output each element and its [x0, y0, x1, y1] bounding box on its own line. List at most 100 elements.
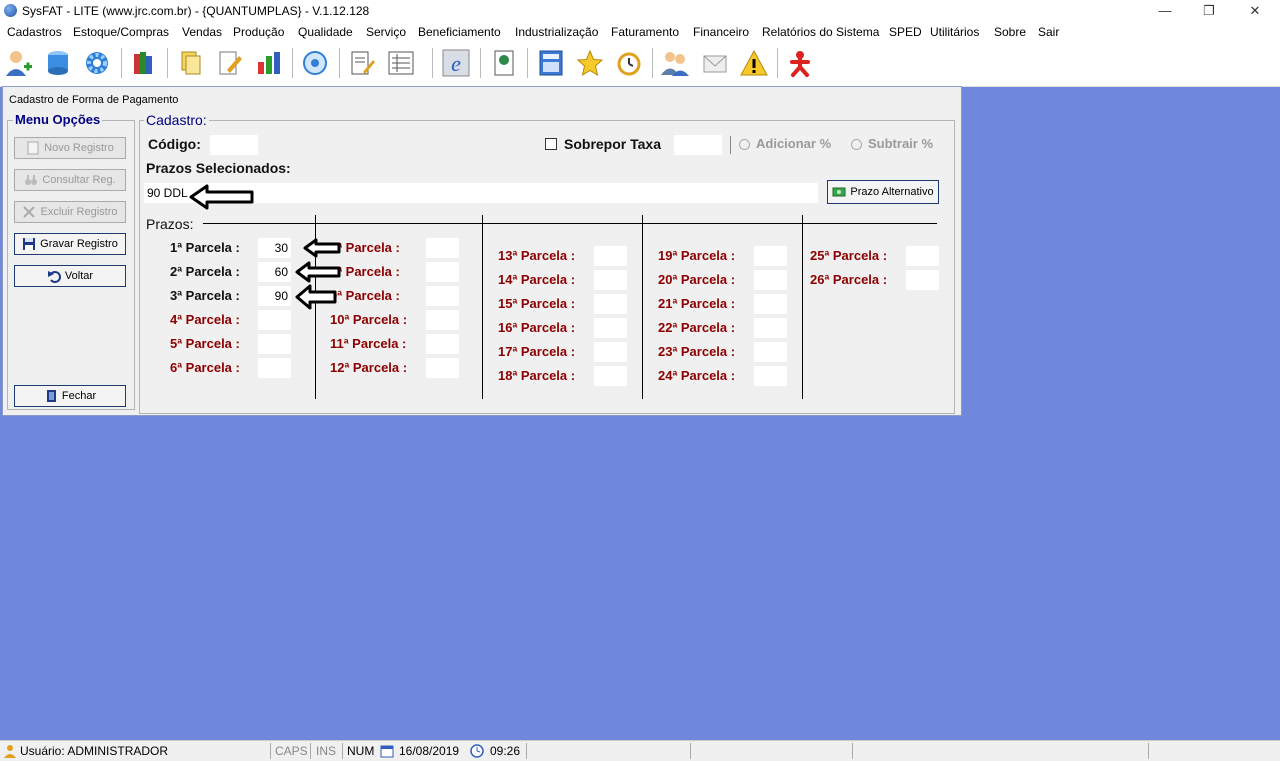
parcela-19-label: 19ª Parcela : — [658, 248, 736, 263]
close-button[interactable]: ✕ — [1232, 0, 1278, 22]
status-separator — [270, 743, 271, 759]
parcela-9-input[interactable] — [426, 286, 459, 306]
parcela-11-input[interactable] — [426, 334, 459, 354]
exit-person-icon[interactable] — [785, 48, 815, 78]
mail-icon[interactable] — [700, 48, 730, 78]
parcela-16-input[interactable] — [594, 318, 627, 338]
parcela-8-input[interactable] — [426, 262, 459, 282]
consultar-registro-button[interactable]: Consultar Reg. — [14, 169, 126, 191]
toolbar-separator — [121, 48, 122, 78]
parcela-7-input[interactable] — [426, 238, 459, 258]
calculator-icon[interactable] — [536, 48, 566, 78]
parcela-21-input[interactable] — [754, 294, 787, 314]
menu-relatorios[interactable]: Relatórios do Sistema — [762, 25, 879, 39]
menu-cadastros[interactable]: Cadastros — [7, 25, 62, 39]
parcela-12-input[interactable] — [426, 358, 459, 378]
menu-sped[interactable]: SPED — [889, 25, 922, 39]
parcela-6-input[interactable] — [258, 358, 291, 378]
books-icon[interactable] — [129, 48, 159, 78]
parcela-24-input[interactable] — [754, 366, 787, 386]
internet-explorer-icon[interactable]: e — [441, 48, 471, 78]
status-separator — [526, 743, 527, 759]
parcela-1-input[interactable]: 30 — [258, 238, 291, 258]
document-view-icon[interactable] — [489, 48, 519, 78]
menu-utilitarios[interactable]: Utilitários — [930, 25, 979, 39]
menu-sobre[interactable]: Sobre — [994, 25, 1026, 39]
menu-estoque-compras[interactable]: Estoque/Compras — [73, 25, 169, 39]
prazo-alternativo-button[interactable]: Prazo Alternativo — [827, 180, 939, 204]
parcela-20-label: 20ª Parcela : — [658, 272, 736, 287]
parcela-22-label: 22ª Parcela : — [658, 320, 736, 335]
adicionar-radio[interactable] — [739, 139, 750, 150]
parcela-5-input[interactable] — [258, 334, 291, 354]
gear-icon[interactable] — [82, 48, 112, 78]
menu-faturamento[interactable]: Faturamento — [611, 25, 679, 39]
menu-financeiro[interactable]: Financeiro — [693, 25, 749, 39]
parcela-19-input[interactable] — [754, 246, 787, 266]
parcela-4-input[interactable] — [258, 310, 291, 330]
parcela-17-input[interactable] — [594, 342, 627, 362]
star-icon[interactable] — [575, 48, 605, 78]
parcela-14-input[interactable] — [594, 270, 627, 290]
menu-sair[interactable]: Sair — [1038, 25, 1059, 39]
fechar-button[interactable]: Fechar — [14, 385, 126, 407]
restore-button[interactable]: ❐ — [1186, 0, 1232, 22]
payment-form-window: Cadastro de Forma de Pagamento Menu Opçõ… — [2, 86, 962, 416]
menu-industrializacao[interactable]: Industrialização — [515, 25, 598, 39]
toolbar-separator — [652, 48, 653, 78]
menu-servico[interactable]: Serviço — [366, 25, 406, 39]
prazo-alternativo-label: Prazo Alternativo — [850, 186, 934, 198]
column-divider — [482, 215, 483, 399]
users-icon[interactable] — [660, 48, 690, 78]
parcela-22-input[interactable] — [754, 318, 787, 338]
undo-arrow-icon — [47, 271, 61, 283]
parcela-15-input[interactable] — [594, 294, 627, 314]
voltar-button[interactable]: Voltar — [14, 265, 126, 287]
parcela-13-input[interactable] — [594, 246, 627, 266]
bar-chart-icon[interactable] — [254, 48, 284, 78]
parcela-10-input[interactable] — [426, 310, 459, 330]
toolbar-separator — [777, 48, 778, 78]
user-add-icon[interactable] — [4, 48, 34, 78]
parcela-24-label: 24ª Parcela : — [658, 368, 736, 383]
parcela-20-input[interactable] — [754, 270, 787, 290]
documents-icon[interactable] — [176, 48, 206, 78]
alarm-clock-icon[interactable] — [614, 48, 644, 78]
parcela-23-input[interactable] — [754, 342, 787, 362]
subtrair-radio[interactable] — [851, 139, 862, 150]
parcela-15-label: 15ª Parcela : — [498, 296, 576, 311]
novo-registro-button[interactable]: Novo Registro — [14, 137, 126, 159]
parcela-18-input[interactable] — [594, 366, 627, 386]
parcela-25-input[interactable] — [906, 246, 939, 266]
menu-bar: Cadastros Estoque/Compras Vendas Produçã… — [0, 22, 1280, 42]
list-icon[interactable] — [386, 48, 416, 78]
gravar-registro-button[interactable]: Gravar Registro — [14, 233, 126, 255]
consultar-registro-label: Consultar Reg. — [42, 174, 116, 186]
parcela-1-label: 1ª Parcela : — [170, 240, 240, 255]
edit-document-icon[interactable] — [215, 48, 245, 78]
menu-producao[interactable]: Produção — [233, 25, 284, 39]
database-icon[interactable] — [43, 48, 73, 78]
warning-icon[interactable] — [739, 48, 769, 78]
parcela-26-input[interactable] — [906, 270, 939, 290]
sobrepor-taxa-checkbox[interactable] — [545, 138, 557, 150]
codigo-input[interactable] — [210, 135, 258, 155]
settings-disc-icon[interactable] — [300, 48, 330, 78]
parcela-2-input[interactable]: 60 — [258, 262, 291, 282]
menu-qualidade[interactable]: Qualidade — [298, 25, 353, 39]
gravar-registro-label: Gravar Registro — [40, 238, 118, 250]
notepad-icon[interactable] — [347, 48, 377, 78]
parcela-23-label: 23ª Parcela : — [658, 344, 736, 359]
status-user: Usuário: ADMINISTRADOR — [20, 744, 169, 758]
menu-beneficiamento[interactable]: Beneficiamento — [418, 25, 501, 39]
annotation-arrow-icon — [295, 261, 341, 283]
excluir-registro-button[interactable]: Excluir Registro — [14, 201, 126, 223]
parcela-2-label: 2ª Parcela : — [170, 264, 240, 279]
minimize-button[interactable]: — — [1142, 0, 1188, 22]
adicionar-label: Adicionar % — [756, 136, 832, 151]
taxa-input[interactable] — [674, 135, 722, 155]
status-separator — [310, 743, 311, 759]
status-ins: INS — [316, 744, 337, 758]
parcela-3-input[interactable]: 90 — [258, 286, 291, 306]
menu-vendas[interactable]: Vendas — [182, 25, 222, 39]
